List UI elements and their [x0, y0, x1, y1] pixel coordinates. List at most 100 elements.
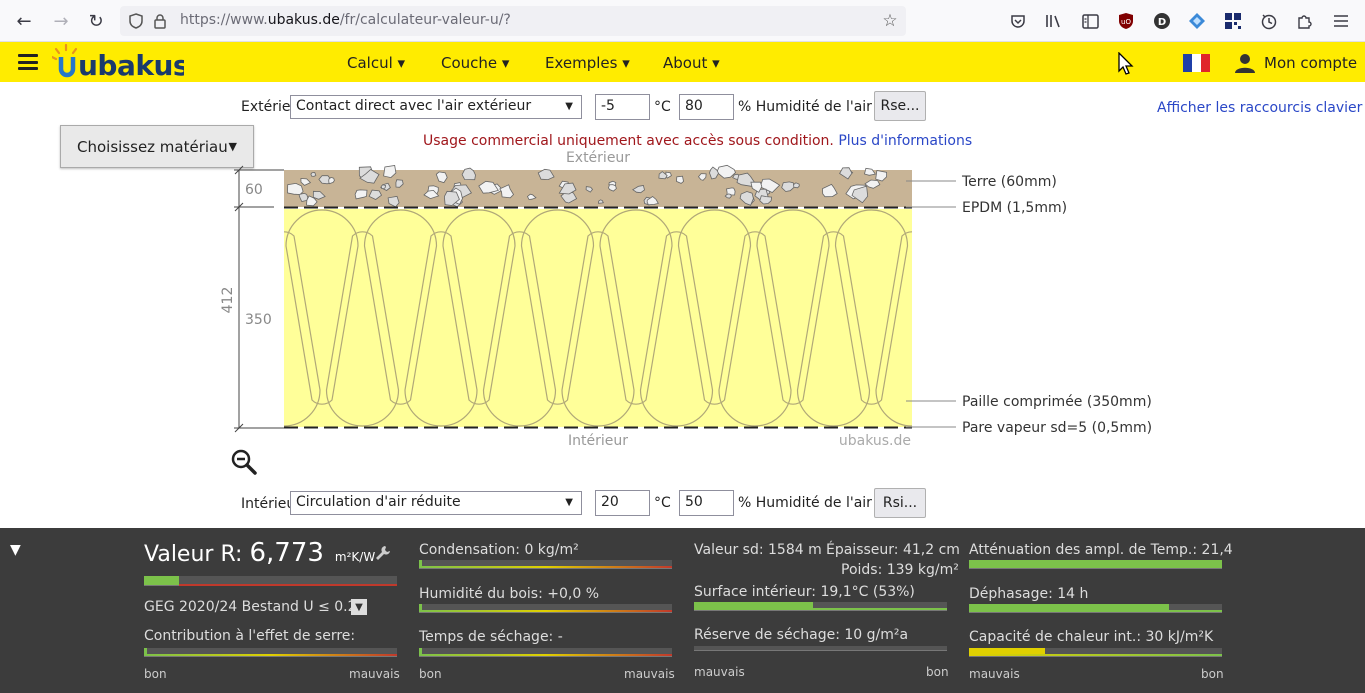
soil-stone	[461, 167, 476, 181]
scale-bad-3: mauvais	[694, 665, 745, 679]
greenhouse-label: Contribution à l'effet de serre:	[144, 628, 356, 644]
dimension-straw: 350	[245, 312, 272, 328]
ubakus-watermark: ubakus.de	[839, 433, 911, 449]
drying-reserve-value: Réserve de séchage: 10 g/m²a	[694, 627, 909, 643]
pocket-icon[interactable]	[1008, 11, 1028, 31]
geg-dropdown-icon[interactable]: ▼	[351, 599, 367, 615]
address-bar[interactable]: https://www.ubakus.de/fr/calculateur-val…	[120, 6, 906, 36]
rsi-button[interactable]: Rsi...	[874, 488, 926, 518]
r-value-bar-fill	[144, 576, 180, 585]
soil-stone	[864, 167, 876, 176]
interior-celsius-label: °C	[654, 495, 671, 511]
straw-layer	[284, 209, 912, 427]
sidebar-icon[interactable]	[1080, 11, 1100, 31]
scale-good-1: bon	[144, 667, 167, 681]
scale-bad-2: mauvais	[624, 667, 675, 681]
lock-icon[interactable]	[150, 11, 170, 31]
soil-stone	[380, 184, 387, 190]
language-flag-icon[interactable]	[1183, 54, 1210, 72]
layer-label-epdm[interactable]: EPDM (1,5mm)	[962, 200, 1067, 216]
forward-icon[interactable]: →	[50, 10, 72, 32]
collapse-panel-icon[interactable]: ▼	[10, 542, 21, 558]
drying-time-value: Temps de séchage: -	[419, 629, 563, 645]
heat-capacity-value: Capacité de chaleur int.: 30 kJ/m²K	[969, 629, 1214, 645]
logo-text: ubakus	[78, 49, 184, 80]
hamburger-menu-icon[interactable]	[18, 54, 38, 70]
reload-icon[interactable]: ↻	[85, 10, 107, 32]
interior-condition-select[interactable]: Circulation d'air réduite ▼	[290, 491, 582, 515]
sd-value: Valeur sd: 1584 m	[694, 542, 822, 558]
drying-time-bar	[419, 648, 672, 657]
account-link[interactable]: Mon compte	[1234, 52, 1357, 74]
thickness-value: Épaisseur: 41,2 cm	[826, 542, 960, 558]
soil-stone	[310, 172, 317, 177]
user-icon	[1235, 54, 1255, 73]
r-value-label: Valeur R:	[144, 542, 243, 567]
interior-temperature-input[interactable]: 20	[595, 490, 650, 516]
condensation-bar	[419, 560, 672, 569]
r-value-unit: m²K/W	[334, 550, 376, 564]
notice-text: Usage commercial uniquement avec accès s…	[423, 133, 834, 149]
ubakus-logo[interactable]: ubakus	[50, 43, 190, 82]
interior-condition-value: Circulation d'air réduite	[296, 494, 461, 510]
exterior-temperature-input[interactable]: -5	[595, 94, 650, 120]
phase-shift-bar	[969, 604, 1222, 613]
dimension-soil: 60	[245, 182, 263, 198]
attenuation-bar	[969, 560, 1222, 569]
weight-value: Poids: 139 kg/m²	[841, 562, 959, 578]
ublock-icon[interactable]: uO	[1116, 11, 1136, 31]
extension-diamond-icon[interactable]	[1187, 11, 1207, 31]
r-value-bar	[144, 576, 397, 586]
scale-bad-4: mauvais	[969, 667, 1020, 681]
layer-leader-lines	[906, 180, 956, 428]
extension-d-icon[interactable]: D	[1152, 11, 1172, 31]
phase-shift-value: Déphasage: 14 h	[969, 586, 1089, 602]
menu-exemples[interactable]: Exemples ▾	[545, 54, 630, 72]
attenuation-value: Atténuation des ampl. de Temp.: 21,4	[969, 542, 1233, 558]
menu-calcul[interactable]: Calcul ▾	[347, 54, 405, 72]
exterior-side-label: Extérieur	[566, 150, 630, 166]
layer-label-vapour-barrier[interactable]: Pare vapeur sd=5 (0,5mm)	[962, 420, 1152, 436]
back-icon[interactable]: ←	[13, 10, 35, 32]
dimension-total: 412	[220, 287, 236, 314]
interior-humidity-label: % Humidité de l'air	[738, 495, 872, 511]
layer-label-straw[interactable]: Paille comprimée (350mm)	[962, 394, 1152, 410]
exterior-condition-select[interactable]: Contact direct avec l'air extérieur ▼	[290, 95, 582, 119]
extension-grid-icon[interactable]	[1223, 11, 1243, 31]
svg-text:D: D	[1158, 17, 1166, 28]
exterior-humidity-label: % Humidité de l'air	[738, 99, 872, 115]
library-icon[interactable]	[1044, 11, 1064, 31]
svg-text:uO: uO	[1121, 18, 1131, 26]
rse-button[interactable]: Rse...	[874, 91, 926, 121]
condensation-value: Condensation: 0 kg/m²	[419, 542, 579, 558]
scale-bad-1: mauvais	[349, 667, 400, 681]
surface-interior-bar	[694, 602, 947, 611]
menu-about[interactable]: About ▾	[663, 54, 720, 72]
greenhouse-bar	[144, 648, 397, 657]
tracking-shield-icon[interactable]	[126, 11, 146, 31]
r-value-bar-red	[179, 584, 397, 586]
wrench-icon[interactable]	[374, 544, 392, 567]
wood-humidity-bar	[419, 604, 672, 613]
more-info-link[interactable]: Plus d'informations	[838, 133, 972, 149]
history-icon[interactable]	[1259, 11, 1279, 31]
scale-good-4: bon	[1201, 667, 1224, 681]
mouse-cursor-icon	[1118, 52, 1134, 75]
geg-requirement: GEG 2020/24 Bestand U ≤ 0.24	[144, 599, 366, 615]
exterior-humidity-input[interactable]: 80	[679, 94, 734, 120]
choose-material-label: Choisissez matériau	[77, 137, 228, 156]
bookmark-star-icon[interactable]: ☆	[880, 11, 900, 31]
straw-bale-outline	[914, 210, 986, 404]
extensions-puzzle-icon[interactable]	[1295, 11, 1315, 31]
layer-label-soil[interactable]: Terre (60mm)	[961, 174, 1057, 190]
keyboard-shortcuts-link[interactable]: Afficher les raccourcis clavier	[1157, 100, 1362, 116]
construction-diagram: 60 350 412 Extérieur Intérieur ubakus.de…	[220, 150, 1152, 475]
app-menu-icon[interactable]	[1331, 11, 1351, 31]
exterior-condition-value: Contact direct avec l'air extérieur	[296, 98, 532, 114]
interior-humidity-input[interactable]: 50	[679, 490, 734, 516]
menu-couche[interactable]: Couche ▾	[441, 54, 509, 72]
commercial-use-notice: Usage commercial uniquement avec accès s…	[423, 133, 972, 149]
drying-reserve-bar	[694, 646, 947, 651]
browser-toolbar: ← → ↻ https://www.ubakus.de/fr/calculate…	[0, 0, 1365, 42]
zoom-out-icon[interactable]	[231, 449, 257, 475]
